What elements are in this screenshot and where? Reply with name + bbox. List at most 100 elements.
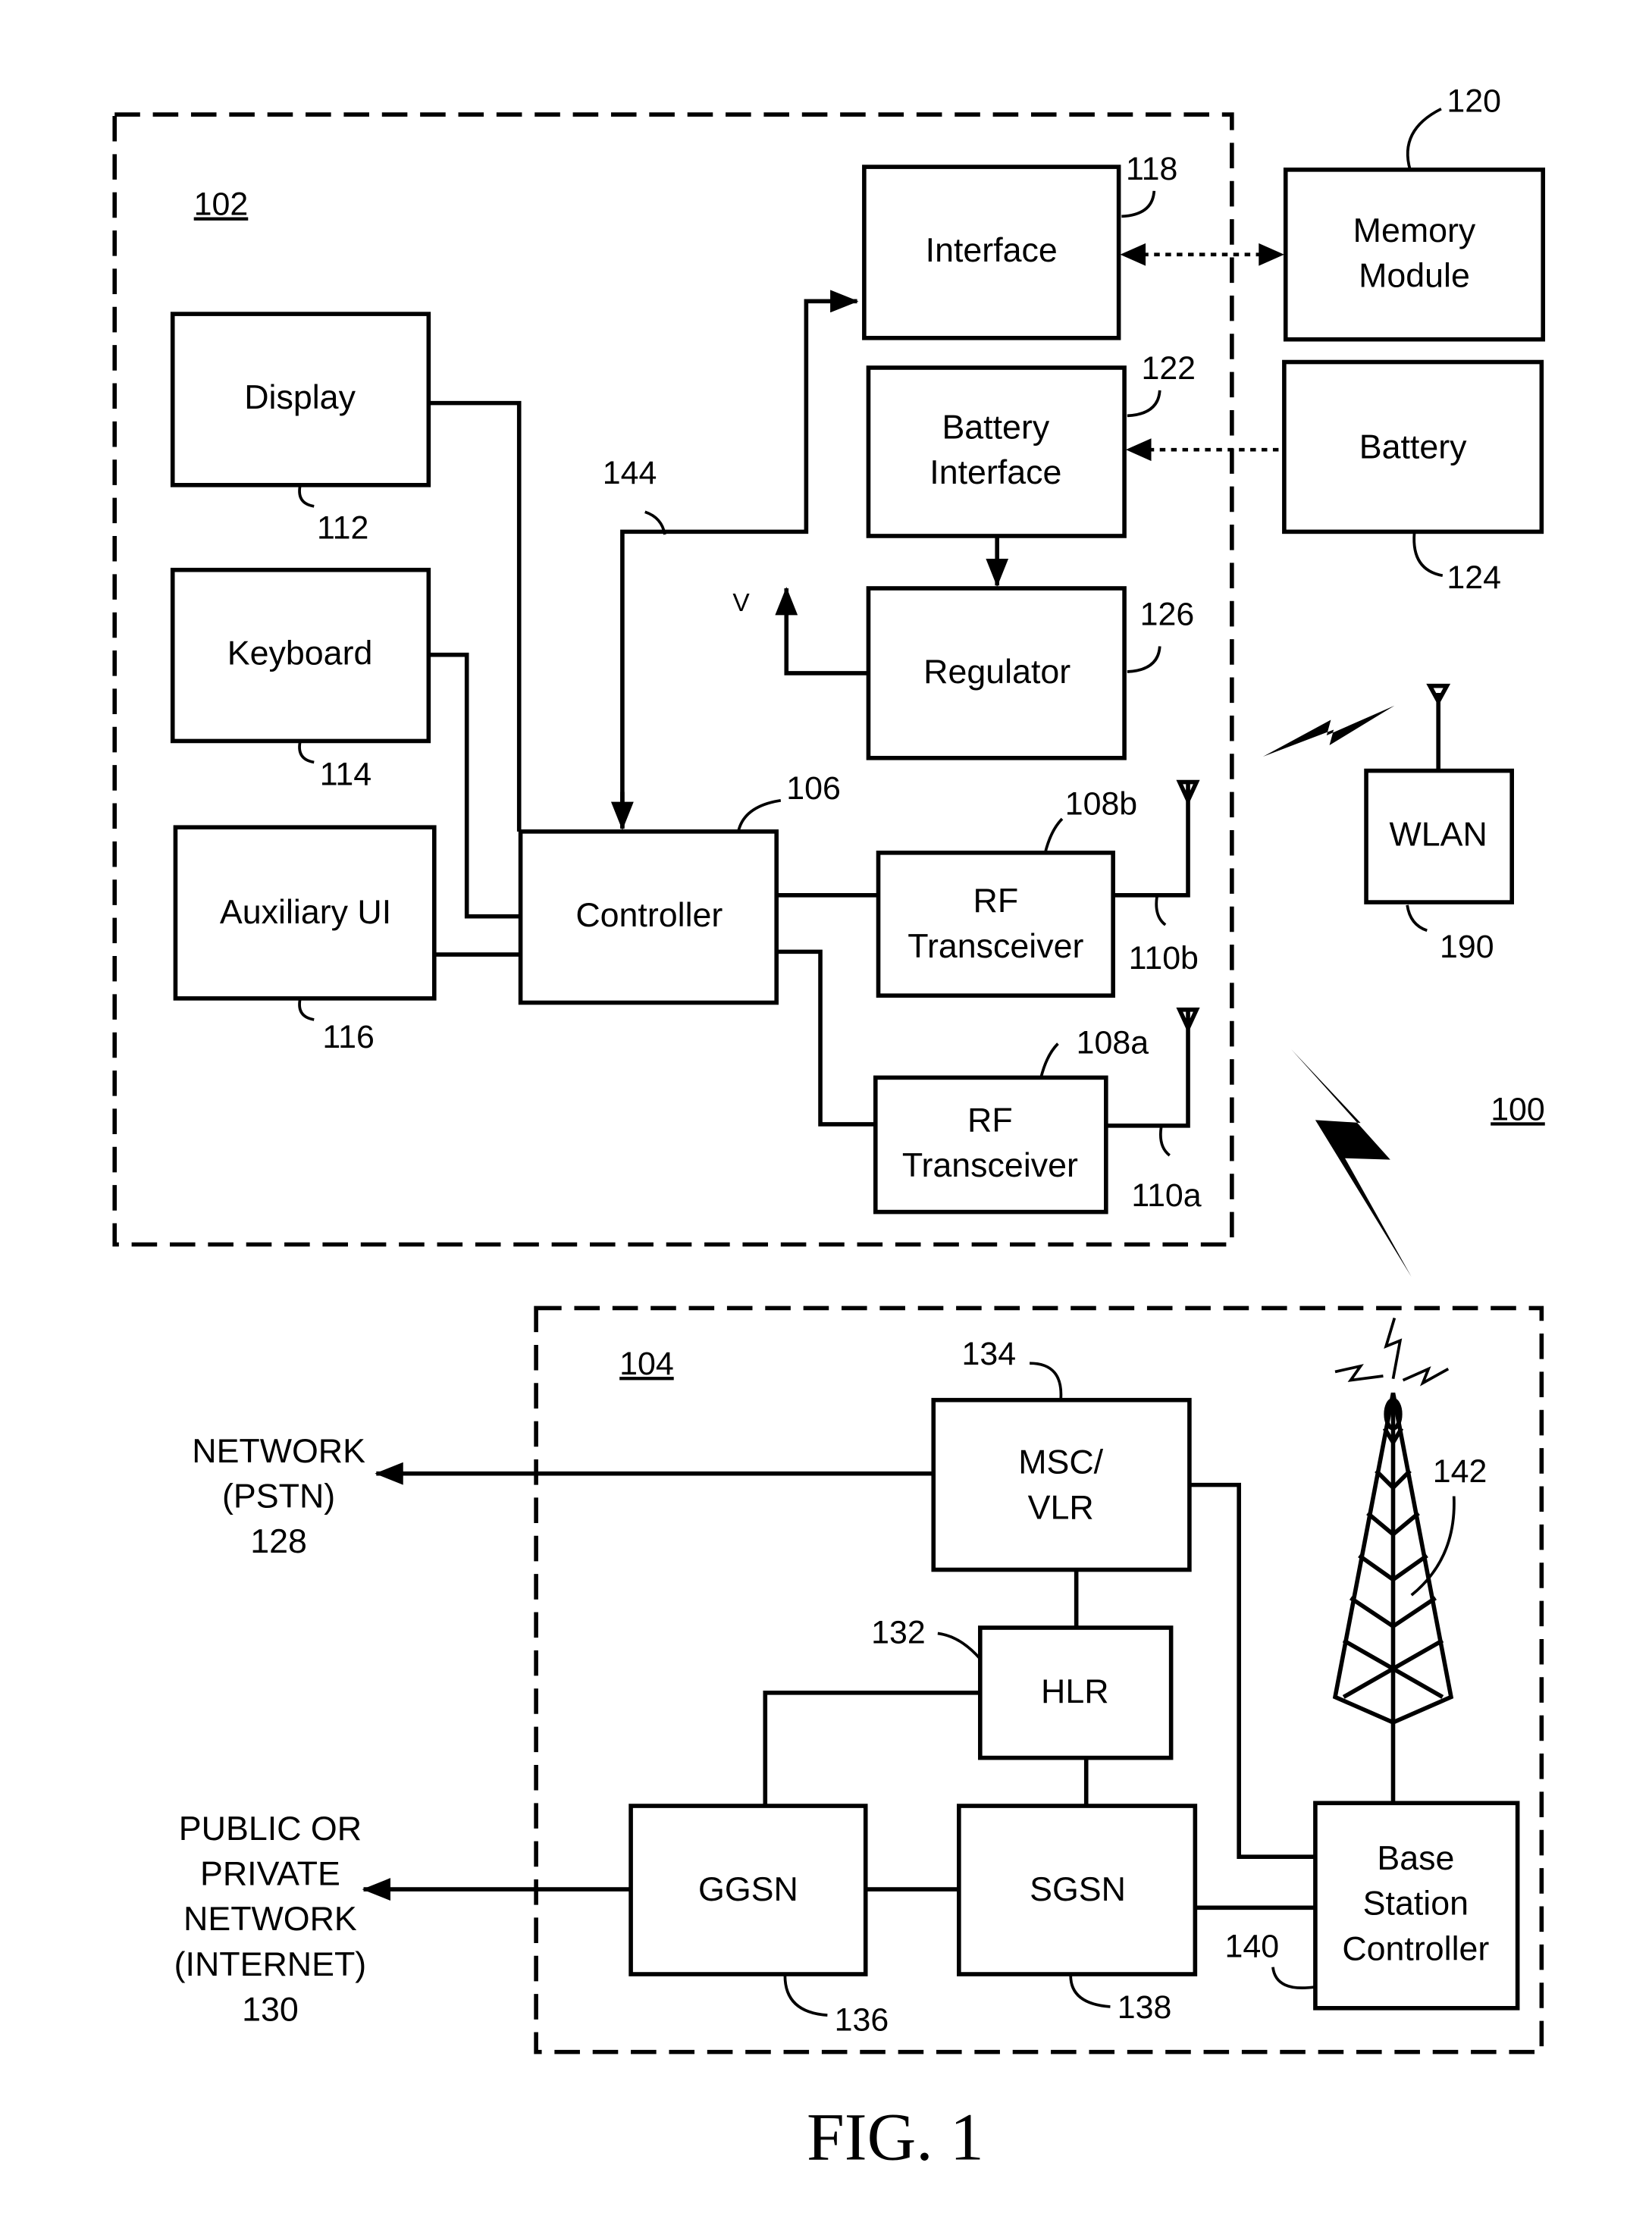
battery-block: Battery (1282, 359, 1544, 534)
bus-144-wire (620, 290, 859, 828)
rf-transceiver-b-block: RF Transceiver (876, 851, 1115, 998)
regulator-block: Regulator (866, 586, 1127, 760)
auxiliary-ui-ref: 116 (322, 1019, 374, 1055)
wlan-ref-leader (1406, 904, 1428, 932)
bsc-label-1: Base (1377, 1839, 1454, 1877)
msc-bsc-wire (1189, 1482, 1315, 1859)
cellular-wireless-link-icon (1291, 1049, 1412, 1277)
hlr-ref: 132 (871, 1615, 926, 1651)
auxiliary-ui-ref-leader (298, 999, 315, 1021)
interface-memory-arrow-right (1259, 243, 1284, 266)
wlan-wireless-link-icon (1262, 705, 1395, 757)
interface-label: Interface (926, 231, 1058, 269)
msc-vlr-label-2: VLR (1028, 1488, 1094, 1526)
rf-transceiver-a-block: RF Transceiver (873, 1075, 1108, 1215)
ggsn-ref-leader (783, 1975, 828, 2017)
sgsn-label: SGSN (1030, 1870, 1126, 1908)
keyboard-label: Keyboard (227, 635, 373, 672)
controller-ref-leader (737, 798, 782, 832)
bsc-ref-leader (1271, 1967, 1316, 1989)
voltage-output-arrow (775, 587, 869, 675)
regulator-ref: 126 (1140, 596, 1195, 632)
rf-b-ref-leader (1043, 817, 1064, 854)
hlr-ref-leader (937, 1631, 982, 1660)
internet-ref: 130 (242, 1991, 299, 2029)
network-ref: 104 (619, 1346, 674, 1382)
sgsn-ref: 138 (1118, 1989, 1172, 2026)
auxiliary-ui-block: Auxiliary UI (173, 825, 437, 1001)
antenna-b-ref-leader (1155, 896, 1167, 926)
interface-ref-leader (1121, 190, 1156, 218)
keyboard-controller-wire (428, 652, 521, 919)
msc-vlr-ref: 134 (962, 1336, 1017, 1372)
battery-ref-leader (1412, 533, 1444, 578)
antenna-b-icon (1176, 779, 1200, 806)
regulator-ref-leader (1127, 646, 1161, 673)
antenna-b-ref: 110b (1129, 940, 1199, 976)
rf-b-label-1: RF (973, 882, 1019, 920)
battery-interface-block: Battery Interface (866, 365, 1127, 538)
interface-ref: 118 (1126, 151, 1177, 187)
wlan-label: WLAN (1390, 815, 1487, 853)
internet-label-2: PRIVATE (200, 1855, 340, 1893)
system-ref: 100 (1491, 1091, 1545, 1127)
auxiliary-ui-label: Auxiliary UI (220, 893, 391, 931)
internet-label-3: NETWORK (183, 1900, 357, 1938)
hlr-label: HLR (1041, 1672, 1109, 1710)
controller-block: Controller (518, 829, 779, 1005)
keyboard-ref: 114 (320, 756, 371, 792)
rf-b-ref: 108b (1065, 785, 1137, 822)
sgsn-ref-leader (1069, 1975, 1111, 2008)
antenna-a-icon (1176, 1008, 1200, 1033)
wlan-block: WLAN (1364, 768, 1514, 904)
msc-vlr-label-1: MSC/ (1018, 1443, 1103, 1481)
rf-a-label-2: Transceiver (902, 1146, 1078, 1184)
battery-interface-ref: 122 (1141, 350, 1196, 387)
antenna-a-ref: 110a (1131, 1177, 1201, 1214)
interface-memory-arrow-left (1120, 243, 1146, 266)
bsc-label-2: Station (1363, 1885, 1469, 1923)
interface-block: Interface (862, 165, 1121, 340)
ggsn-label: GGSN (698, 1870, 798, 1908)
controller-ref: 106 (786, 770, 841, 807)
rf-a-ref: 108a (1077, 1025, 1149, 1061)
hlr-ggsn-wire (763, 1691, 980, 1807)
tower-ref-leader (1410, 1496, 1456, 1597)
battery-interface-ref-leader (1127, 390, 1161, 418)
bsc-label-3: Controller (1342, 1929, 1489, 1967)
battery-ref: 124 (1447, 559, 1501, 596)
ggsn-block: GGSN (629, 1804, 868, 1976)
battery-interface-label-1: Battery (942, 408, 1049, 446)
ggsn-ref: 136 (835, 2002, 889, 2039)
bsc-ref: 140 (1225, 1929, 1280, 1965)
keyboard-block: Keyboard (170, 567, 431, 744)
sgsn-block: SGSN (957, 1804, 1198, 1976)
figure-caption: FIG. 1 (807, 2099, 984, 2174)
wlan-ref: 190 (1440, 929, 1494, 965)
display-label: Display (244, 378, 356, 416)
battery-interface-label-2: Interface (929, 453, 1061, 491)
memory-module-label-1: Memory (1353, 212, 1476, 249)
memory-module-block: Memory Module (1283, 168, 1546, 342)
base-station-controller-block: Base Station Controller (1313, 1801, 1520, 2011)
battery-arrow (1125, 438, 1152, 462)
memory-module-label-2: Module (1359, 257, 1470, 295)
tower-ref: 142 (1433, 1453, 1487, 1490)
msc-vlr-block: MSC/ VLR (931, 1397, 1192, 1572)
antenna-a-ref-leader (1159, 1127, 1171, 1157)
bus-ref: 144 (603, 455, 657, 491)
patent-figure: 102 Display 112 Keyboard 114 Auxiliary U… (112, 83, 1546, 2174)
hlr-block: HLR (978, 1625, 1174, 1760)
msc-vlr-ref-leader (1030, 1362, 1063, 1400)
pstn-label-2: (PSTN) (222, 1477, 335, 1515)
display-ref: 112 (317, 510, 368, 547)
pstn-ref: 128 (250, 1522, 307, 1560)
rf-a-label-1: RF (967, 1101, 1013, 1139)
controller-rf-a-wire (776, 949, 876, 1127)
display-controller-wire (428, 400, 522, 832)
device-ref: 102 (194, 186, 249, 223)
internet-label-4: (INTERNET) (174, 1945, 367, 1983)
memory-module-ref-leader (1406, 107, 1442, 171)
memory-module-ref: 120 (1447, 83, 1501, 119)
display-ref-leader (298, 486, 315, 508)
